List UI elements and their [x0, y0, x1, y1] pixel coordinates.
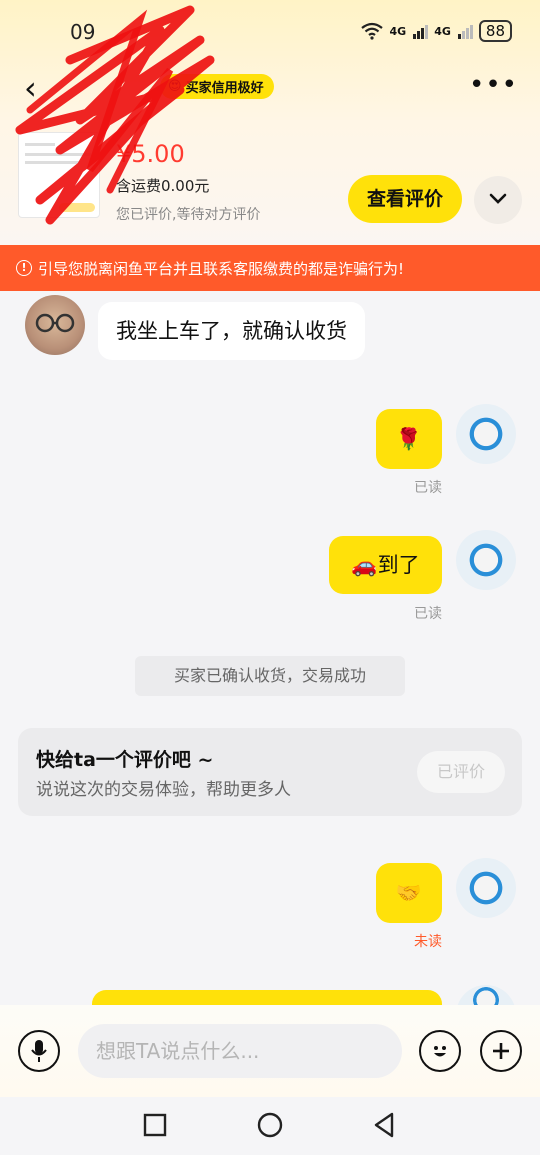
status-icons: 4G 4G 88 [360, 20, 512, 42]
signal-icon: 4G [389, 24, 407, 38]
message-text: 我坐上车了，就确认收货 [116, 319, 347, 343]
battery-indicator: 88 [478, 20, 512, 42]
message-bubble[interactable]: 🚗到了 [329, 536, 442, 594]
message-bubble[interactable]: 我坐上车了，就确认收货 [98, 302, 365, 360]
glasses-icon [35, 313, 75, 333]
seller-avatar[interactable] [456, 858, 516, 918]
read-status: 已读 [414, 480, 442, 496]
order-header: 09 4G 4G 88 ‹ 😍 买家信用极好 ••• ¥5.00 含运费0.00… [0, 0, 540, 245]
buyer-avatar[interactable] [25, 295, 85, 355]
chevron-down-icon[interactable] [474, 176, 522, 224]
system-nav-bar [0, 1097, 540, 1155]
nav-home-icon[interactable] [255, 1110, 285, 1140]
signal-bars-icon [413, 25, 429, 39]
rose-emoji: 🌹 [395, 427, 423, 451]
handshake-emoji: 🤝 [395, 881, 423, 905]
input-area [0, 1005, 540, 1097]
read-status: 已读 [414, 606, 442, 622]
view-evaluation-button[interactable]: 查看评价 [348, 175, 462, 223]
fraud-warning-bar: ! 引导您脱离闲鱼平台并且联系客服缴费的都是诈骗行为! [0, 245, 540, 291]
nav-recent-icon[interactable] [140, 1110, 170, 1140]
warning-text: 引导您脱离闲鱼平台并且联系客服缴费的都是诈骗行为! [38, 259, 405, 278]
signal-bars-icon [457, 25, 473, 39]
review-card-title: 快给ta一个评价吧 ~ [36, 749, 214, 771]
message-bubble[interactable]: 🤝 [376, 863, 442, 923]
signal-icon: 4G [434, 24, 451, 38]
microphone-icon[interactable] [18, 1030, 60, 1072]
plus-icon[interactable] [480, 1030, 522, 1072]
system-message: 买家已确认收货，交易成功 [135, 656, 405, 696]
nav-back-icon[interactable] [370, 1110, 400, 1140]
review-card-subtitle: 说说这次的交易体验，帮助更多人 [36, 780, 291, 800]
more-icon[interactable]: ••• [469, 70, 518, 100]
reviewed-button[interactable]: 已评价 [417, 751, 505, 793]
alert-icon: ! [16, 260, 32, 276]
message-text: 🚗到了 [351, 553, 420, 577]
message-bubble[interactable]: 🌹 [376, 409, 442, 469]
message-input[interactable] [78, 1024, 402, 1078]
review-prompt-card: 快给ta一个评价吧 ~ 说说这次的交易体验，帮助更多人 已评价 [18, 728, 522, 816]
unread-status: 未读 [414, 934, 442, 950]
redaction-scribble [15, 5, 215, 225]
wifi-icon [360, 22, 383, 40]
emoji-icon[interactable] [419, 1030, 461, 1072]
seller-avatar[interactable] [456, 404, 516, 464]
seller-avatar[interactable] [456, 530, 516, 590]
